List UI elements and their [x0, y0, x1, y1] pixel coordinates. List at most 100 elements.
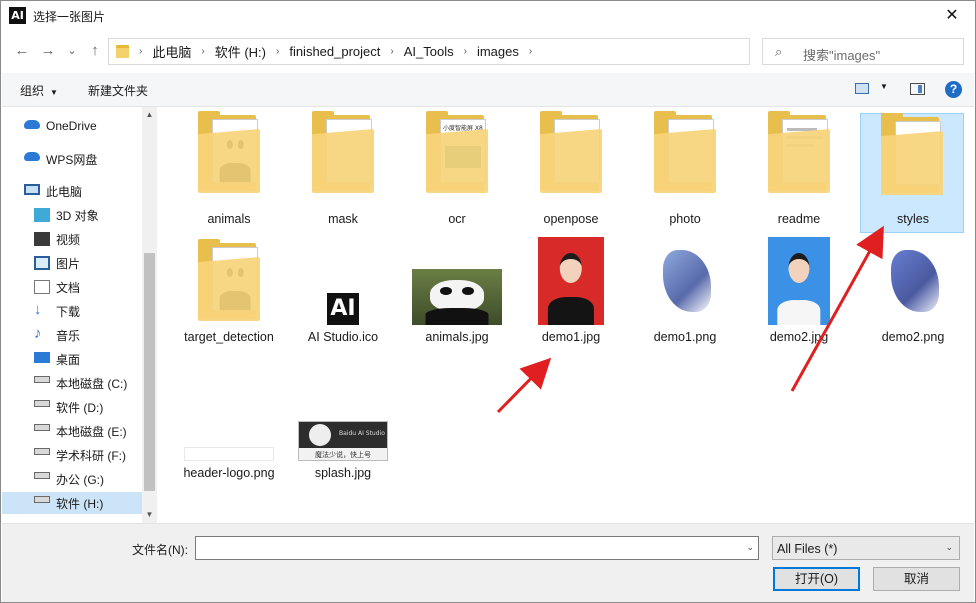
folder-item[interactable]: target_detection: [177, 235, 281, 355]
caret-down-icon[interactable]: ▼: [880, 82, 888, 91]
sidebar-item[interactable]: ♪ 音乐: [2, 324, 142, 346]
cancel-button[interactable]: 取消: [873, 567, 960, 591]
folder-item[interactable]: readme: [747, 107, 851, 227]
view-options-icon[interactable]: [855, 83, 869, 94]
file-item[interactable]: demo1.jpg: [519, 235, 623, 355]
file-type-select[interactable]: All Files (*) ⌄: [772, 536, 960, 560]
chevron-down-icon[interactable]: ⌄: [746, 542, 754, 553]
file-item[interactable]: Baidu AI Studio 魔法少说，快上号 splash.jpg: [291, 363, 395, 483]
sidebar-item-label: 音乐: [56, 329, 81, 343]
help-icon[interactable]: ?: [945, 81, 962, 98]
file-name: AI Studio.ico: [307, 330, 379, 344]
breadcrumb-item[interactable]: AI_Tools: [398, 44, 460, 59]
window-title: 选择一张图片: [33, 10, 106, 24]
chevron-right-icon[interactable]: ›: [135, 46, 146, 57]
scroll-up-icon[interactable]: ▲: [142, 107, 157, 123]
address-bar[interactable]: › 此电脑 › 软件 (H:) › finished_project › AI_…: [108, 38, 849, 65]
folder-icon: [198, 111, 260, 193]
chevron-right-icon[interactable]: ›: [460, 46, 471, 57]
sidebar-item[interactable]: 图片: [2, 252, 142, 274]
sidebar-item-label: 桌面: [56, 353, 81, 367]
breadcrumb-item[interactable]: 软件 (H:): [209, 42, 272, 61]
sidebar-item[interactable]: 学术科研 (F:): [2, 444, 142, 466]
sidebar-item-label: 3D 对象: [56, 209, 99, 223]
back-button[interactable]: ←: [12, 41, 32, 61]
folder-item-selected[interactable]: styles: [860, 113, 964, 233]
up-button[interactable]: ↑: [85, 41, 105, 61]
file-item[interactable]: header-logo.png: [177, 363, 281, 483]
organize-button[interactable]: 组织 ▼: [20, 82, 58, 99]
panda-thumbnail: [412, 269, 502, 325]
sidebar-item-label: 下载: [56, 305, 81, 319]
recent-locations-button[interactable]: ⌄: [62, 41, 82, 61]
folder-icon: [768, 111, 830, 193]
search-icon: ⌕: [775, 44, 783, 59]
folder-icon: [116, 45, 129, 58]
filename-input[interactable]: ⌄: [195, 536, 759, 560]
chevron-right-icon[interactable]: ›: [525, 46, 536, 57]
organize-label: 组织: [20, 84, 45, 98]
sidebar-item[interactable]: 软件 (H:): [2, 492, 142, 514]
sidebar-item[interactable]: WPS网盘: [2, 148, 142, 170]
forward-button[interactable]: →: [38, 41, 58, 61]
caret-down-icon: ▼: [50, 88, 58, 97]
sidebar-item[interactable]: 办公 (G:): [2, 468, 142, 490]
sidebar-item-label: OneDrive: [46, 119, 97, 133]
cloud-icon: [24, 120, 40, 129]
chevron-right-icon[interactable]: ›: [197, 46, 208, 57]
sidebar-item[interactable]: 3D 对象: [2, 204, 142, 226]
splash-thumbnail: Baidu AI Studio 魔法少说，快上号: [298, 421, 388, 461]
file-name: header-logo.png: [183, 466, 275, 480]
folder-item[interactable]: mask: [291, 107, 395, 227]
sidebar-item[interactable]: 桌面: [2, 348, 142, 370]
chevron-right-icon[interactable]: ›: [386, 46, 397, 57]
drive-icon: [34, 472, 50, 479]
scroll-down-icon[interactable]: ▼: [142, 507, 157, 523]
file-item[interactable]: demo2.png: [861, 235, 965, 355]
portrait-thumbnail: [768, 237, 830, 325]
file-item[interactable]: animals.jpg: [405, 235, 509, 355]
folder-item[interactable]: photo: [633, 107, 737, 227]
breadcrumb-item[interactable]: 此电脑: [146, 42, 197, 61]
file-item[interactable]: demo2.jpg: [747, 235, 851, 355]
sidebar-scrollbar[interactable]: ▲ ▼: [142, 107, 157, 523]
sidebar-item[interactable]: 视频: [2, 228, 142, 250]
breadcrumb-item[interactable]: finished_project: [283, 44, 386, 59]
file-name: photo: [669, 212, 701, 226]
app-icon: AI: [9, 7, 26, 24]
new-folder-button[interactable]: 新建文件夹: [88, 82, 148, 99]
open-button[interactable]: 打开(O): [773, 567, 860, 591]
file-item[interactable]: AI AI Studio.ico: [291, 235, 395, 355]
preview-pane-icon[interactable]: [910, 83, 925, 95]
folder-item[interactable]: openpose: [519, 107, 623, 227]
sidebar-item[interactable]: 软件 (D:): [2, 396, 142, 418]
folder-item[interactable]: 小度智能屏 X8 ocr: [405, 107, 509, 227]
sidebar-item[interactable]: 本地磁盘 (C:): [2, 372, 142, 394]
file-item[interactable]: demo1.png: [633, 235, 737, 355]
sidebar-item[interactable]: OneDrive: [2, 116, 142, 138]
folder-icon: [654, 111, 716, 193]
scrollbar-thumb[interactable]: [144, 253, 155, 491]
search-box[interactable]: ⌕ 搜索"images": [762, 38, 964, 65]
drive-icon: [34, 496, 50, 503]
computer-icon: [24, 184, 40, 195]
file-list: animals mask 小度智能屏 X8 ocr openpose photo…: [161, 107, 974, 523]
sidebar-item-label: 本地磁盘 (C:): [56, 377, 128, 391]
logo-thumbnail: [184, 447, 274, 461]
file-name: styles: [897, 212, 929, 226]
sidebar-item[interactable]: 文档: [2, 276, 142, 298]
sidebar-item-label: 文档: [56, 281, 81, 295]
breadcrumb-item[interactable]: images: [471, 44, 525, 59]
sidebar-item[interactable]: 此电脑: [2, 180, 142, 202]
filename-label: 文件名(N):: [132, 543, 188, 557]
file-name: target_detection: [184, 330, 274, 344]
wps-cloud-icon: [24, 152, 40, 161]
search-placeholder: 搜索"images": [803, 48, 881, 63]
sidebar-item[interactable]: ↓ 下载: [2, 300, 142, 322]
close-button[interactable]: ✕: [929, 1, 975, 31]
folder-item[interactable]: animals: [177, 107, 281, 227]
file-name: ocr: [448, 212, 466, 226]
sidebar-item[interactable]: 本地磁盘 (E:): [2, 420, 142, 442]
chevron-right-icon[interactable]: ›: [272, 46, 283, 57]
portrait-thumbnail: [538, 237, 604, 325]
